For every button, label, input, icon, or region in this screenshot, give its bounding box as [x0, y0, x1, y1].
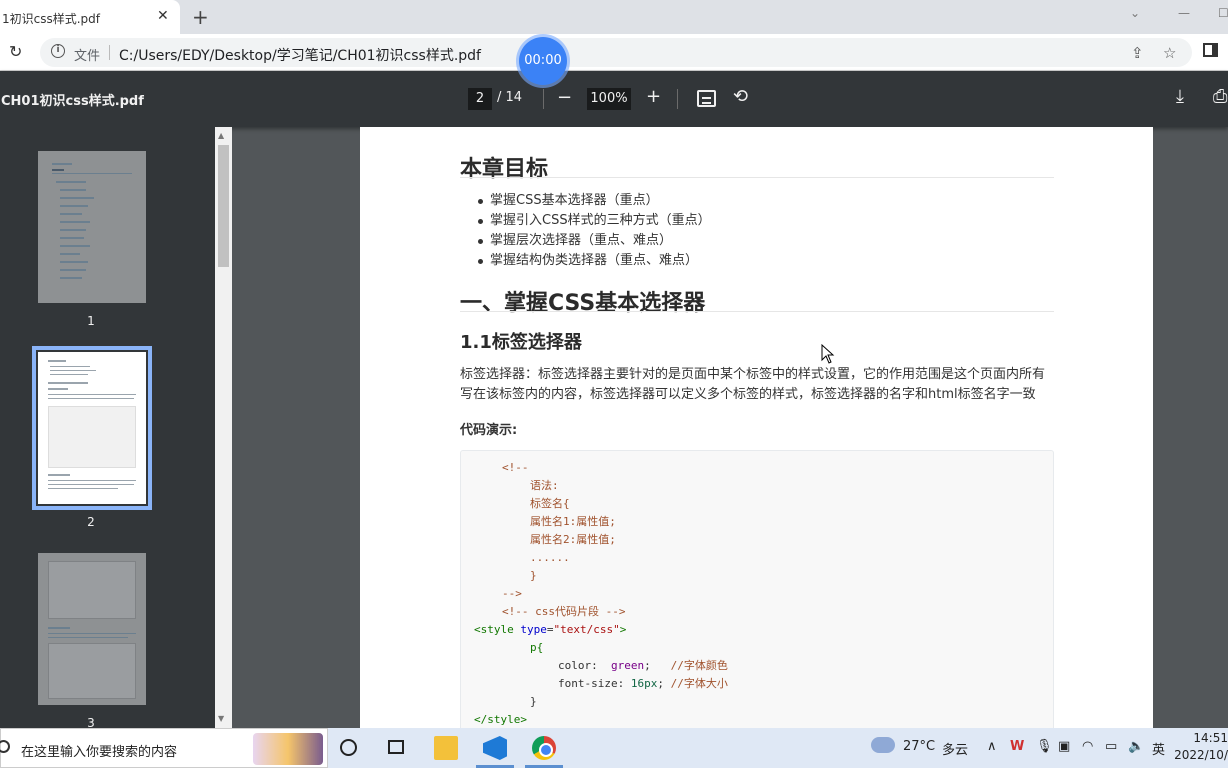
maximize-icon[interactable]: ☐ — [1218, 6, 1228, 20]
code-line: 标签名{ — [530, 497, 570, 510]
sidebar-scrollbar-thumb[interactable] — [218, 145, 229, 267]
heading-rule — [460, 311, 1054, 312]
document-title: CH01初识css样式.pdf — [1, 94, 144, 109]
scroll-down-icon[interactable]: ▼ — [218, 714, 224, 723]
minimize-icon[interactable]: — — [1178, 6, 1190, 20]
toolbar-divider — [677, 89, 678, 109]
windows-taskbar: 在这里输入你要搜索的内容 27°C 多云 ∧ W 🎙 ▣ ◠ ▭ 🔈 英 14:… — [0, 728, 1228, 768]
code-line: --> — [502, 587, 522, 600]
file-scheme-label: 文件 — [74, 49, 101, 64]
reload-icon[interactable]: ↻ — [9, 42, 22, 61]
code-line: <!-- — [502, 461, 529, 474]
browser-tab-strip: 1初识css样式.pdf ✕ + ⌄ — ☐ — [0, 0, 1228, 34]
zoom-out-icon[interactable]: − — [557, 87, 572, 108]
code-line: color: green; //字体颜色 — [558, 659, 728, 672]
heading-goals: 本章目标 — [460, 157, 549, 182]
print-icon[interactable]: ⎙ — [1213, 86, 1227, 107]
thumbnail-label-2: 2 — [87, 515, 95, 529]
code-line: 属性名2:属性值; — [530, 533, 616, 546]
list-item: 掌握结构伪类选择器（重点、难点） — [460, 251, 711, 271]
toolbar-divider — [543, 89, 544, 109]
new-tab-button[interactable]: + — [192, 5, 209, 29]
pdf-page: 本章目标 掌握CSS基本选择器（重点） 掌握引入CSS样式的三种方式（重点） 掌… — [360, 127, 1153, 728]
heading-rule — [460, 177, 1054, 178]
volume-icon[interactable]: 🔈 — [1128, 739, 1144, 754]
search-icon — [0, 740, 10, 753]
info-icon[interactable]: i — [51, 44, 65, 58]
task-view-icon[interactable] — [388, 740, 404, 754]
code-line: </style> — [474, 713, 527, 726]
code-line: font-size: 16px; //字体大小 — [558, 677, 728, 690]
ime-language[interactable]: 英 — [1152, 739, 1165, 758]
code-block: <!-- 语法: 标签名{ 属性名1:属性值; 属性名2:属性值; ......… — [460, 450, 1054, 728]
clock-time: 14:51 — [1193, 731, 1228, 745]
search-highlight-image — [253, 733, 323, 765]
paragraph-line: 标签选择器：标签选择器主要针对的是页面中某个标签中的样式设置，它的作用范围是这个… — [460, 367, 1046, 382]
system-clock[interactable]: 14:51 2022/10/ — [1172, 730, 1228, 764]
zoom-in-icon[interactable]: + — [646, 86, 661, 107]
weather-temp[interactable]: 27°C — [903, 739, 935, 754]
page-thumbnail-2[interactable] — [32, 346, 152, 510]
code-line: 属性名1:属性值; — [530, 515, 616, 528]
list-item: 掌握CSS基本选择器（重点） — [460, 191, 711, 211]
code-line: <style type="text/css"> — [474, 623, 627, 636]
mouse-cursor-icon — [821, 344, 835, 364]
share-icon[interactable]: ⇪ — [1131, 44, 1144, 62]
cortana-icon[interactable] — [340, 739, 357, 756]
paragraph-line: 写在该标签内的内容，标签选择器可以定义多个标签的样式，标签选择器的名字和html… — [460, 387, 1036, 402]
weather-desc[interactable]: 多云 — [942, 739, 968, 758]
battery-icon[interactable]: ▭ — [1105, 739, 1117, 754]
url-divider — [109, 45, 110, 60]
page-thumbnail-3[interactable] — [38, 553, 146, 705]
code-line: 语法: — [530, 479, 559, 492]
thumbnail-label-1: 1 — [87, 314, 95, 328]
network-icon[interactable]: ◠ — [1082, 739, 1093, 754]
page-number-input[interactable]: 2 — [468, 88, 492, 110]
search-placeholder: 在这里输入你要搜索的内容 — [21, 745, 178, 760]
wps-icon[interactable]: W — [1010, 739, 1024, 754]
heading-section-1: 一、掌握CSS基本选择器 — [460, 291, 706, 316]
download-icon[interactable]: ⤓ — [1176, 86, 1184, 107]
url-text[interactable]: C:/Users/EDY/Desktop/学习笔记/CH01初识css样式.pd… — [119, 45, 481, 65]
code-line: <!-- css代码片段 --> — [502, 605, 626, 618]
weather-cloud-icon[interactable] — [871, 737, 895, 753]
side-panel-icon[interactable] — [1203, 43, 1218, 57]
input-method-icon[interactable]: ▣ — [1058, 739, 1070, 754]
scroll-up-icon[interactable]: ▲ — [218, 131, 224, 140]
list-item: 掌握引入CSS样式的三种方式（重点） — [460, 211, 711, 231]
tab-close-icon[interactable]: ✕ — [157, 8, 169, 24]
heading-1-1: 1.1标签选择器 — [460, 332, 582, 353]
browser-tab[interactable]: 1初识css样式.pdf ✕ — [0, 0, 180, 34]
thumbnail-sidebar: 1 2 3 — [0, 127, 232, 730]
address-bar[interactable]: i 文件 C:/Users/EDY/Desktop/学习笔记/CH01初识css… — [40, 38, 1192, 67]
taskbar-search-box[interactable]: 在这里输入你要搜索的内容 — [0, 728, 328, 768]
code-line: } — [530, 569, 537, 582]
file-explorer-icon[interactable] — [434, 736, 458, 760]
tab-title: 1初识css样式.pdf — [2, 12, 101, 26]
paragraph: 标签选择器：标签选择器主要针对的是页面中某个标签中的样式设置，它的作用范围是这个… — [460, 365, 1054, 405]
microphone-icon[interactable]: 🎙 — [1036, 739, 1053, 754]
rotate-icon[interactable]: ⟲ — [733, 86, 748, 107]
code-line: p{ — [530, 641, 544, 654]
pdf-toolbar: CH01初识css样式.pdf 2 / 14 − 100% + ⟲ ⤓ ⎙ — [0, 71, 1228, 127]
tab-search-icon[interactable]: ⌄ — [1130, 6, 1140, 20]
recording-timer[interactable]: 00:00 — [519, 37, 567, 85]
fit-page-icon[interactable] — [697, 90, 716, 107]
address-row: ↻ i 文件 C:/Users/EDY/Desktop/学习笔记/CH01初识c… — [0, 34, 1228, 71]
tray-expand-icon[interactable]: ∧ — [987, 739, 997, 754]
page-thumbnail-1[interactable] — [38, 151, 146, 303]
star-icon[interactable]: ☆ — [1163, 44, 1176, 62]
goals-list: 掌握CSS基本选择器（重点） 掌握引入CSS样式的三种方式（重点） 掌握层次选择… — [460, 191, 711, 271]
chrome-icon[interactable] — [532, 736, 556, 760]
page-total: / 14 — [497, 90, 523, 105]
code-line: } — [530, 695, 537, 708]
zoom-input[interactable]: 100% — [587, 88, 631, 110]
clock-date: 2022/10/ — [1174, 748, 1228, 762]
code-label: 代码演示: — [460, 423, 518, 438]
list-item: 掌握层次选择器（重点、难点） — [460, 231, 711, 251]
vscode-icon[interactable] — [483, 736, 507, 760]
code-line: ...... — [530, 551, 570, 564]
